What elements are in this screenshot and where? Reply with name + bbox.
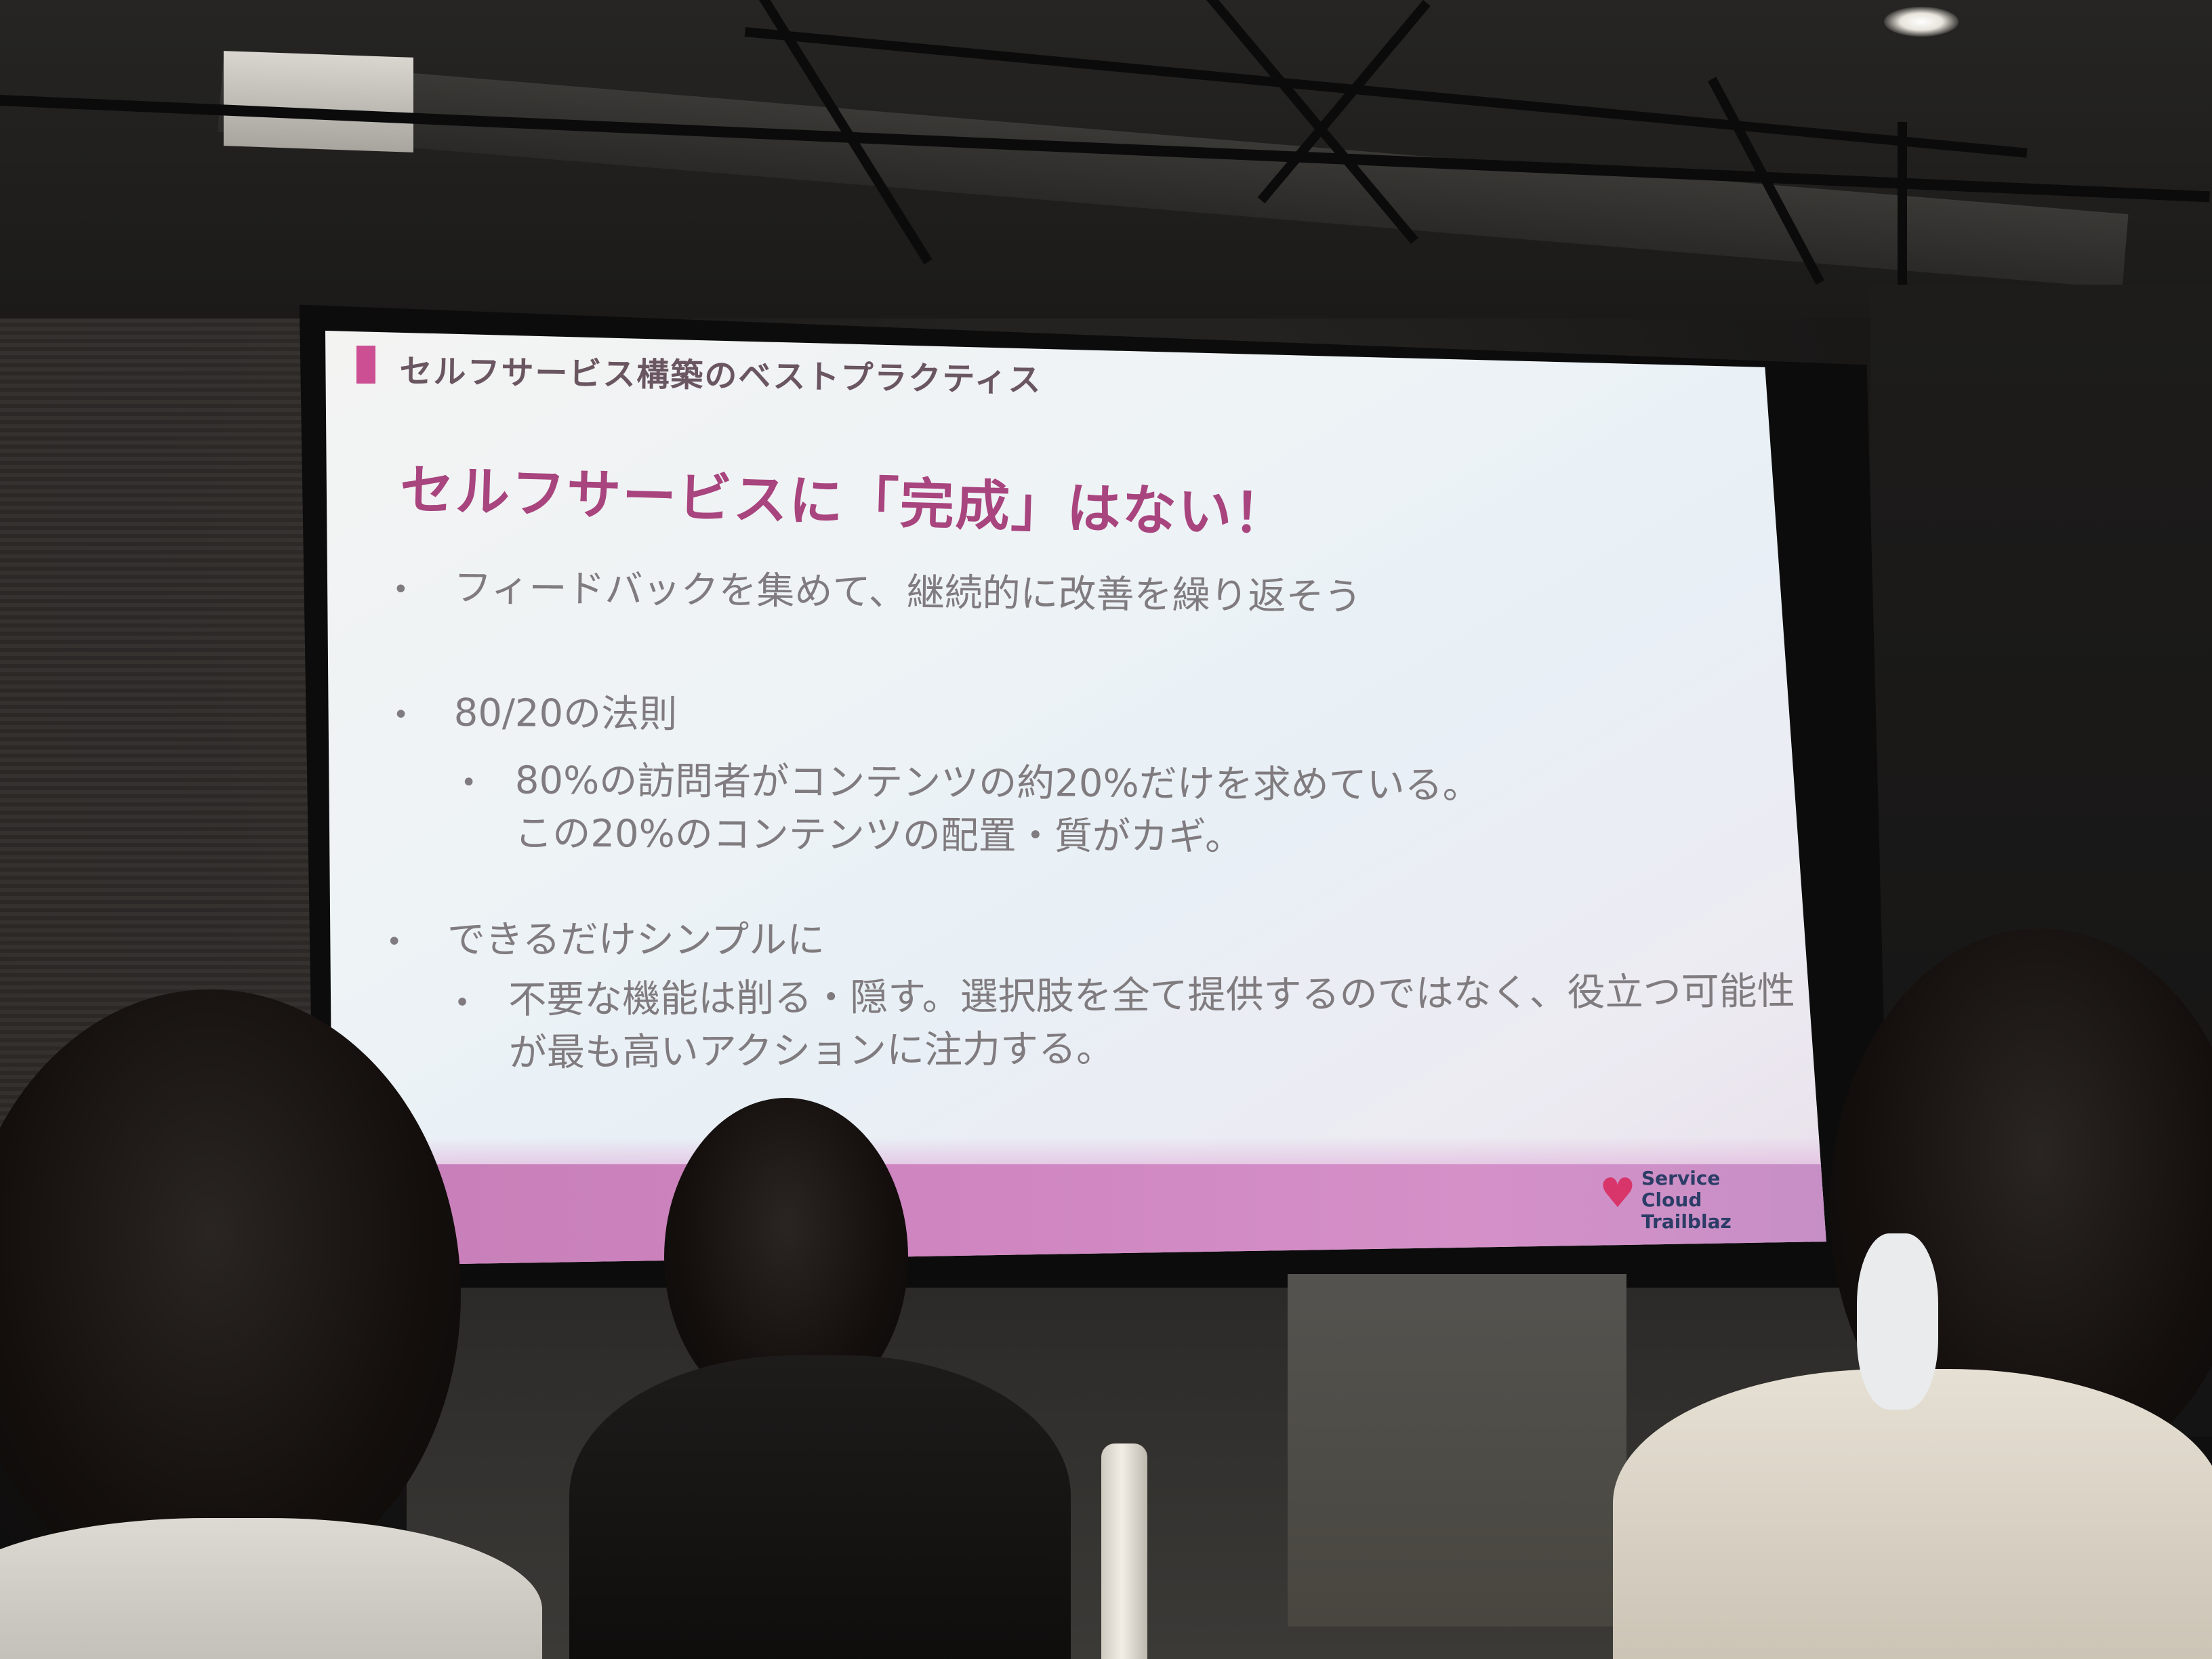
heart-mountain-icon: ♥	[1599, 1170, 1636, 1217]
sub-bullet-line: が最も高いアクションに注力する。	[508, 1027, 1115, 1076]
sub-bullet-line: 不要な機能は削る・隠す。選択肢を全て提供するのではなく、役立つ可能性	[508, 969, 1795, 1023]
slide-bottom-fade	[325, 1137, 1826, 1164]
bullet-text: 80/20の法則	[453, 691, 678, 737]
bullet-dot: •	[392, 573, 409, 606]
bullet-dot: •	[386, 926, 403, 958]
service-cloud-trailblazer-logo: ♥ Service Cloud Trailblaz	[1599, 1168, 1755, 1246]
slide-title: セルフサービスに「完成」はない！	[398, 457, 1290, 546]
projected-slide: セルフサービス構築のベストプラクティス セルフサービスに「完成」はない！ • フィ…	[325, 331, 1826, 1266]
header-accent-bar	[356, 346, 375, 384]
ceiling-beam	[1898, 122, 1907, 298]
sub-bullet-line: 80%の訪問者がコンテンツの約20%だけを求めている。	[514, 758, 1481, 808]
whiteboard-panel	[1288, 1274, 1626, 1626]
water-bottle	[1101, 1443, 1147, 1659]
bullet-dot: •	[454, 987, 471, 1019]
sub-bullet-item: • 80%の訪問者がコンテンツの約20%だけを求めている。 この20%のコンテンツの…	[460, 754, 1481, 865]
photo-scene: セルフサービス構築のベストプラクティス セルフサービスに「完成」はない！ • フィ…	[0, 0, 2212, 1659]
ceiling-light	[1884, 7, 1959, 37]
face-mask	[1857, 1233, 1938, 1410]
audience-shoulder	[569, 1355, 1071, 1659]
bullet-text: できるだけシンプルに	[447, 918, 825, 963]
bullet-item: • フィードバックを集めて、継続的に改善を繰り返そう	[392, 561, 1362, 626]
logo-text: Service Cloud Trailblaz	[1641, 1167, 1732, 1233]
bullet-item: • できるだけシンプルに	[386, 914, 825, 969]
audience-shoulder	[1613, 1369, 2212, 1659]
bullet-dot: •	[460, 766, 477, 798]
sub-bullet-line: この20%のコンテンツの配置・質がカギ。	[514, 811, 1244, 860]
bullet-item: • 80/20の法則	[392, 687, 678, 743]
bullet-dot: •	[392, 699, 409, 731]
projector-housing	[224, 51, 413, 152]
sub-bullet-item: • 不要な機能は削る・隠す。選択肢を全て提供するのではなく、役立つ可能性 が最も高い…	[454, 965, 1795, 1080]
bullet-text: フィードバックを集めて、継続的に改善を繰り返そう	[453, 565, 1362, 619]
slide-header: セルフサービス構築のベストプラクティス	[399, 352, 1042, 400]
